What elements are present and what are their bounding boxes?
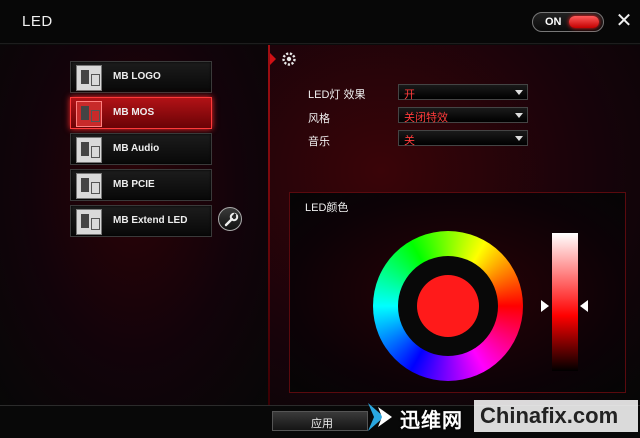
motherboard-icon (76, 101, 102, 127)
led-effect-label: LED灯 效果 (308, 89, 366, 101)
motherboard-icon (76, 209, 102, 235)
music-value: 关 (404, 135, 415, 147)
device-mb-mos[interactable]: MB MOS (70, 97, 212, 129)
device-label: MB Audio (113, 143, 160, 154)
device-mb-pcie[interactable]: MB PCIE (70, 169, 212, 201)
apply-label: 应用 (311, 418, 333, 430)
watermark-logo-icon (364, 399, 400, 435)
window-title: LED (22, 13, 53, 30)
watermark-cn-text: 迅维网 (400, 410, 463, 432)
led-color-title: LED颜色 (305, 202, 349, 214)
device-label: MB MOS (113, 107, 155, 118)
device-mb-extend-led[interactable]: MB Extend LED (70, 205, 212, 237)
motherboard-icon (76, 137, 102, 163)
device-mb-logo[interactable]: MB LOGO (70, 61, 212, 93)
chevron-down-icon (515, 90, 523, 95)
settings-gear-icon[interactable] (270, 48, 300, 70)
led-effect-value: 开 (404, 89, 415, 101)
motherboard-icon (76, 173, 102, 199)
watermark-en-box: Chinafix.com (474, 400, 638, 432)
toggle-knob (569, 16, 599, 28)
slider-handle-left[interactable] (541, 300, 549, 312)
device-mb-audio[interactable]: MB Audio (70, 133, 212, 165)
slider-handle-right[interactable] (580, 300, 588, 312)
brightness-slider[interactable] (552, 233, 578, 371)
music-select[interactable]: 关 (398, 130, 528, 147)
device-label: MB LOGO (113, 71, 161, 82)
apply-button[interactable]: 应用 (272, 411, 368, 431)
title-bar: LED ON ✕ (0, 0, 640, 44)
music-label: 音乐 (308, 136, 330, 148)
selected-color-swatch (417, 275, 479, 337)
watermark-en-text: Chinafix.com (480, 403, 619, 428)
style-value: 关闭特效 (404, 112, 448, 124)
wrench-icon[interactable] (218, 207, 242, 231)
motherboard-icon (76, 65, 102, 91)
chevron-down-icon (515, 113, 523, 118)
watermark: 迅维网 Chinafix.com (364, 397, 640, 437)
led-power-toggle[interactable]: ON (532, 12, 604, 32)
device-label: MB PCIE (113, 179, 155, 190)
toggle-label: ON (545, 16, 562, 28)
chevron-down-icon (515, 136, 523, 141)
led-effect-select[interactable]: 开 (398, 84, 528, 101)
close-icon[interactable]: ✕ (614, 10, 634, 32)
style-label: 风格 (308, 113, 330, 125)
style-select[interactable]: 关闭特效 (398, 107, 528, 124)
device-panel: MB LOGO MB MOS MB Audio MB PCIE MB Exten… (0, 45, 268, 405)
device-label: MB Extend LED (113, 215, 188, 226)
